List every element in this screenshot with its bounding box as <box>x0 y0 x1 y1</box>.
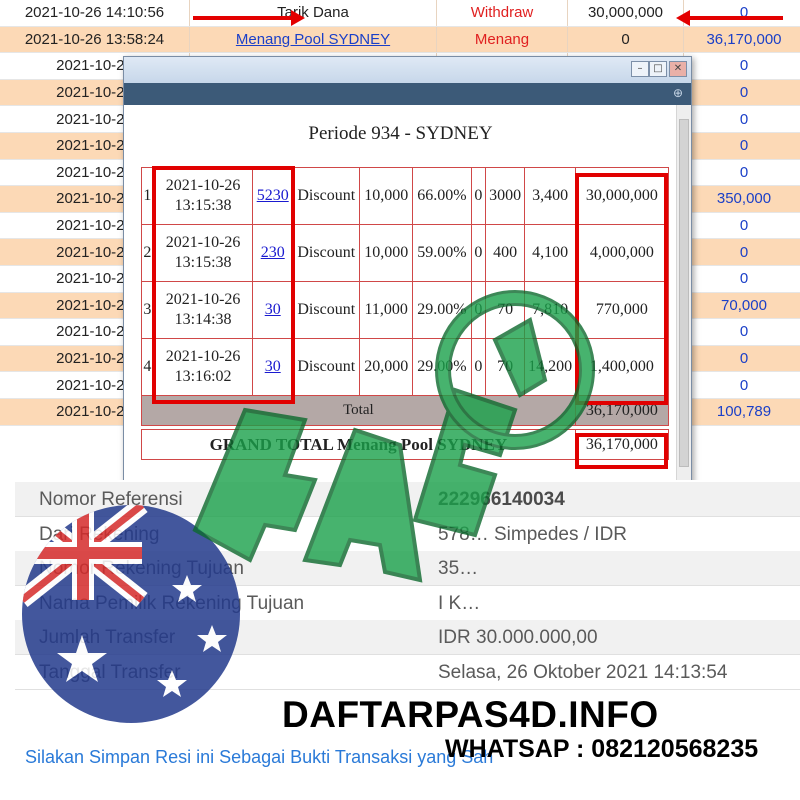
transaction-credit: 0 <box>683 79 800 107</box>
window-toolbar: ⊕ <box>124 83 691 105</box>
transaction-description: Tarik Dana <box>189 0 437 27</box>
bet-odds-text: 3,400 <box>532 187 569 204</box>
transaction-type: Menang <box>436 26 568 54</box>
bet-index-text: 4 <box>143 358 152 375</box>
site-title: DAFTARPAS4D.INFO <box>282 694 659 735</box>
discount-label-text: Discount <box>297 187 356 204</box>
bet-zero-text: 0 <box>474 187 483 204</box>
transaction-debit: 0 <box>567 26 684 54</box>
bet-quantity-text: 400 <box>493 244 518 261</box>
transaction-credit: 0 <box>683 345 800 373</box>
red-arrow-left-icon <box>676 10 783 26</box>
bet-discount-label: Discount <box>292 167 361 225</box>
bet-discount: 66.00% <box>411 167 472 225</box>
zoom-icon[interactable]: ⊕ <box>673 86 683 100</box>
brand-logo-watermark-icon <box>185 260 615 680</box>
transaction-credit: 0 <box>683 238 800 266</box>
bet-zero: 0 <box>470 167 486 225</box>
bet-amount: 10,000 <box>359 167 413 225</box>
bet-discount-text: 59.00% <box>417 244 467 261</box>
transaction-date: 2021-10-26 13:58:24 <box>0 26 190 54</box>
bet-index-text: 1 <box>143 187 152 204</box>
transaction-type: Withdraw <box>436 0 568 27</box>
minimize-icon[interactable]: – <box>631 61 649 77</box>
transaction-credit: 0 <box>683 265 800 293</box>
period-title: Periode 934 - SYDNEY <box>308 123 493 144</box>
transaction-credit: 0 <box>683 371 800 399</box>
transaction-credit: 0 <box>683 159 800 187</box>
maximize-icon[interactable]: □ <box>649 61 667 77</box>
transaction-description-link[interactable]: Menang Pool SYDNEY <box>236 31 390 48</box>
discount-label-text: Discount <box>297 244 356 261</box>
bet-quantity: 3000 <box>484 167 526 225</box>
transaction-credit: 0 <box>683 52 800 80</box>
bet-zero-text: 0 <box>474 244 483 261</box>
bet-index-text: 2 <box>143 244 152 261</box>
window-titlebar[interactable]: – □ ✕ <box>124 57 691 83</box>
vertical-scrollbar[interactable] <box>676 105 691 485</box>
scrollbar-thumb[interactable] <box>679 119 689 467</box>
bet-amount-text: 10,000 <box>364 187 409 204</box>
transaction-credit: 0 <box>683 0 800 27</box>
transaction-credit: 100,789 <box>683 398 800 426</box>
whatsapp-contact: WHATSAP : 082120568235 <box>445 735 759 763</box>
transaction-credit: 350,000 <box>683 185 800 213</box>
transaction-description: Menang Pool SYDNEY <box>189 26 437 54</box>
transaction-date: 2021-10-26 14:10:56 <box>0 0 190 27</box>
bet-odds: 3,400 <box>524 167 576 225</box>
bet-discount-text: 66.00% <box>417 187 467 204</box>
transaction-credit: 36,170,000 <box>683 26 800 54</box>
transaction-credit: 70,000 <box>683 292 800 320</box>
transaction-credit: 0 <box>683 318 800 346</box>
bet-odds-text: 4,100 <box>532 244 569 261</box>
transaction-debit: 30,000,000 <box>567 0 684 27</box>
bet-index-text: 3 <box>143 301 152 318</box>
transaction-row: 2021-10-26 13:58:24 Menang Pool SYDNEY Men… <box>0 26 800 54</box>
transaction-credit: 0 <box>683 212 800 240</box>
bet-quantity-text: 3000 <box>489 187 522 204</box>
close-icon[interactable]: ✕ <box>669 61 687 77</box>
red-arrow-right-icon <box>193 10 305 26</box>
transaction-credit: 0 <box>683 132 800 160</box>
bet-amount-text: 10,000 <box>364 244 409 261</box>
receipt-note: Silakan Simpan Resi ini Sebagai Bukti Tr… <box>25 747 494 767</box>
transaction-credit: 0 <box>683 105 800 133</box>
